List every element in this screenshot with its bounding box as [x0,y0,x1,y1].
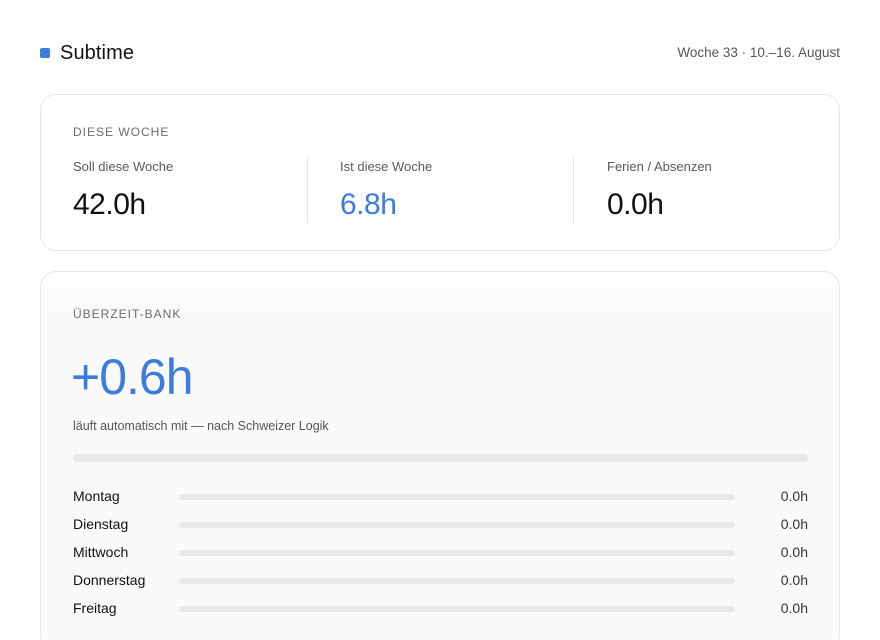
section-title-overtime: ÜBERZEIT-BANK [73,307,182,321]
stat-value: 6.8h [340,188,397,221]
day-progress-bar [179,550,735,556]
section-title-week: DIESE WOCHE [73,125,170,139]
day-hours: 0.0h [780,572,808,588]
day-row-montag: Montag 0.0h [73,487,808,515]
day-progress-bar [179,578,735,584]
day-row-mittwoch: Mittwoch 0.0h [73,543,808,571]
day-progress-bar [179,522,735,528]
stat-actual-hours: Ist diese Woche 6.8h [307,157,573,223]
overtime-balance: +0.6h [71,349,194,405]
day-name: Dienstag [73,516,129,532]
app-header: Subtime Woche 33 · 10.–16. August [40,40,840,66]
stat-value: 42.0h [73,188,146,221]
brand-logo-icon [40,48,50,58]
app-name: Subtime [60,42,135,64]
overtime-caption: läuft automatisch mit — nach Schweizer L… [73,419,329,433]
stat-absence-hours: Ferien / Absenzen 0.0h [573,157,803,223]
stat-value: 0.0h [607,188,664,221]
day-name: Donnerstag [73,572,146,588]
overtime-bank-card: ÜBERZEIT-BANK +0.6h läuft automatisch mi… [40,271,840,640]
stat-label: Ferien / Absenzen [607,159,712,174]
day-hours: 0.0h [780,600,808,616]
day-name: Montag [73,488,120,504]
week-label: Woche 33 · 10.–16. August [677,45,840,60]
day-hours: 0.0h [780,488,808,504]
week-summary-card: DIESE WOCHE Soll diese Woche 42.0h Ist d… [40,94,840,251]
day-row-donnerstag: Donnerstag 0.0h [73,571,808,599]
day-breakdown-list: Montag 0.0h Dienstag 0.0h Mittwoch 0.0h … [73,487,808,627]
stat-target-hours: Soll diese Woche 42.0h [73,157,303,223]
day-row-dienstag: Dienstag 0.0h [73,515,808,543]
day-hours: 0.0h [780,544,808,560]
day-progress-bar [179,606,735,612]
day-progress-bar [179,494,735,500]
day-name: Mittwoch [73,544,129,560]
stat-label: Soll diese Woche [73,159,174,174]
day-name: Freitag [73,600,117,616]
overtime-progress-bar [73,454,808,462]
stat-label: Ist diese Woche [340,159,433,174]
day-row-freitag: Freitag 0.0h [73,599,808,627]
day-hours: 0.0h [780,516,808,532]
